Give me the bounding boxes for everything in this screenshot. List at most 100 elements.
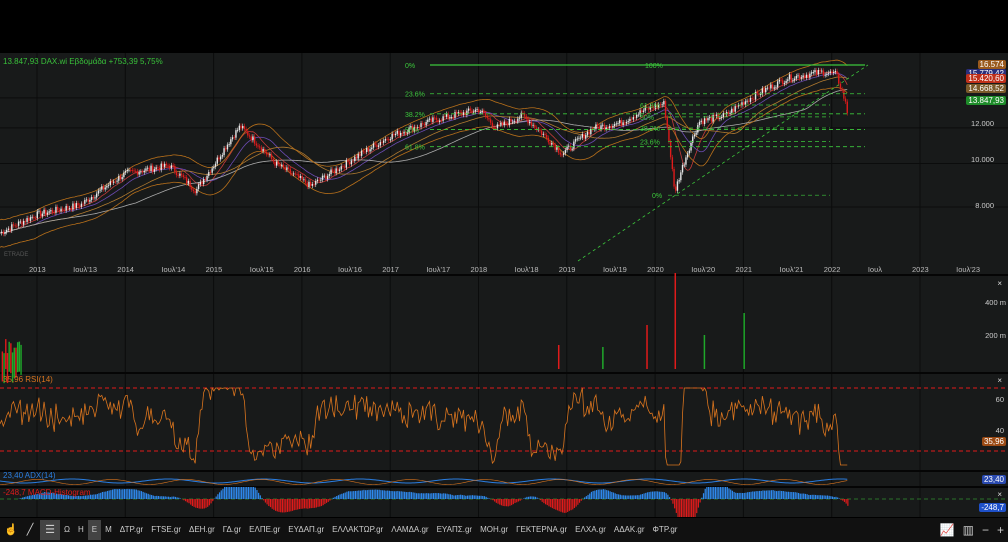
close-macd-pane-icon[interactable]: × [997, 490, 1002, 499]
line-chart-icon[interactable]: 📈 [940, 523, 955, 537]
macd-bar [758, 490, 761, 499]
candle-body [50, 210, 52, 212]
volume-bar [703, 335, 706, 369]
macd-bar [341, 493, 343, 499]
candle-body [676, 181, 679, 191]
candle-body [765, 88, 767, 93]
candle-body [447, 113, 449, 119]
macd-bar [297, 499, 299, 510]
adx-label: 23,40 ADX(14) [3, 471, 56, 480]
macd-bar [412, 492, 414, 499]
toolbar-item[interactable]: ΕΛΠΕ.gr [245, 520, 284, 540]
candle-body [14, 225, 16, 227]
zoom-out-icon[interactable]: − [982, 523, 989, 537]
toolbar-item[interactable]: ΦΤΡ.gr [649, 520, 682, 540]
candle-body [340, 166, 342, 170]
macd-bar [252, 487, 255, 499]
candle-body [561, 154, 563, 156]
macd-bar [531, 496, 533, 499]
candle-body [807, 74, 809, 78]
x-axis-label: Ιουλ'19 [602, 265, 627, 274]
draw-line-icon[interactable]: ╱ [20, 520, 40, 540]
macd-bar [307, 499, 309, 509]
candle-body [118, 176, 120, 181]
candle-body [810, 72, 813, 74]
candle-body [697, 125, 699, 133]
hand-tool-icon[interactable]: ☝ [0, 520, 20, 540]
toolbar-item[interactable]: ΓΕΚΤΕΡΝΑ.gr [512, 520, 571, 540]
macd-bar [646, 492, 649, 499]
macd-bar [254, 487, 256, 499]
candle-body [428, 118, 431, 120]
candle-body [827, 72, 830, 74]
toolbar-item[interactable]: ΜΟΗ.gr [476, 520, 512, 540]
candle-body [231, 137, 234, 140]
close-volume-pane-icon[interactable]: × [997, 279, 1002, 288]
zoom-in-icon[interactable]: + [997, 523, 1004, 537]
candle-body [545, 135, 548, 138]
toolbar-item[interactable]: H [74, 520, 88, 540]
macd-bar [514, 499, 516, 503]
macd-bar [388, 490, 390, 499]
macd-bar [584, 497, 586, 499]
toolbar-item[interactable]: ΕΛΧΑ.gr [571, 520, 610, 540]
candle-body [608, 126, 611, 128]
x-axis-label: 2018 [470, 265, 488, 274]
macd-bar [708, 487, 710, 499]
toolbar-item[interactable]: ΔΤΡ.gr [116, 520, 147, 540]
candle-body [101, 186, 103, 190]
candle-body [342, 166, 344, 168]
macd-bar [595, 490, 598, 499]
candle-body [841, 89, 843, 91]
toolbar-item[interactable]: ΕΥΔΑΠ.gr [284, 520, 328, 540]
macd-bar [750, 491, 752, 499]
macd-bar [400, 491, 402, 499]
toolbar-item[interactable]: ΕΛΛΑΚΤΩΡ.gr [328, 520, 387, 540]
toolbar-item[interactable]: ΛΑΜΔΑ.gr [387, 520, 432, 540]
macd-bar [271, 499, 273, 509]
close-rsi-pane-icon[interactable]: × [997, 376, 1002, 385]
macd-bar [95, 494, 97, 499]
candle-body [790, 74, 792, 81]
chart-area[interactable]: 0% 23.6% 38.2% 50% 61.8% 100% 61.8% 50% 38.2% 23.… [0, 53, 1008, 517]
candle-body [707, 118, 709, 121]
candle-body [106, 185, 108, 188]
fibonacci-tool-icon[interactable]: ☰ [40, 520, 60, 540]
candle-body [598, 126, 601, 130]
toolbar-item[interactable]: E [87, 520, 102, 540]
toolbar-item[interactable]: FTSE.gr [147, 520, 185, 540]
toolbar-item[interactable]: ΓΔ.gr [219, 520, 245, 540]
candle-body [381, 142, 383, 143]
macd-bar [461, 495, 463, 499]
candle-body [80, 203, 83, 207]
macd-bar [120, 489, 122, 499]
macd-bar [677, 499, 679, 517]
macd-bar [687, 499, 689, 517]
macd-bar [619, 494, 621, 499]
macd-bar [431, 493, 433, 499]
macd-bar [208, 499, 210, 506]
macd-bar [20, 498, 22, 499]
toolbar-item[interactable]: ΔΕΗ.gr [185, 520, 219, 540]
candle-body [493, 126, 495, 129]
chart-canvas[interactable]: 0% 23.6% 38.2% 50% 61.8% 100% 61.8% 50% 38.2% 23.… [0, 53, 1008, 517]
macd-bar [458, 494, 460, 499]
toolbar-item[interactable]: Ω [60, 520, 74, 540]
candle-body [372, 143, 375, 148]
candle-body [225, 148, 227, 150]
candle-body [58, 210, 61, 212]
candle-body [179, 173, 181, 176]
candle-body [634, 117, 636, 118]
candle-body [87, 199, 89, 202]
macd-bar [521, 499, 523, 500]
candle-body [63, 209, 66, 211]
bar-chart-icon[interactable]: ▥ [963, 523, 974, 537]
toolbar-item[interactable]: M [101, 520, 116, 540]
toolbar-item[interactable]: ΕΥΑΠΣ.gr [433, 520, 476, 540]
candle-body [540, 130, 543, 135]
macd-bar [511, 499, 513, 506]
macd-bar [145, 493, 148, 499]
toolbar-item[interactable]: ΑΔΑΚ.gr [610, 520, 649, 540]
x-axis-label: 2014 [117, 265, 134, 274]
macd-value-tag: -248,7 [979, 503, 1006, 512]
